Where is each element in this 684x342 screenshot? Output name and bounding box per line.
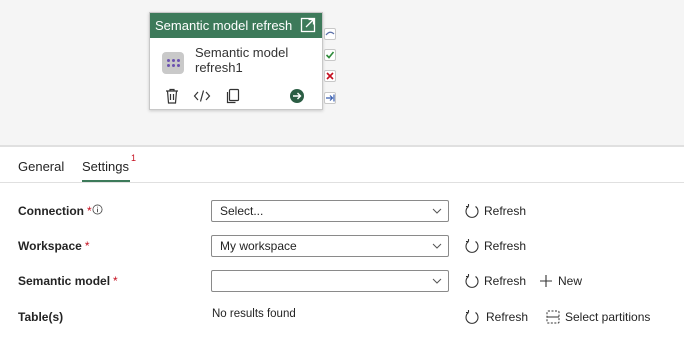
pipeline-canvas[interactable] [0, 0, 684, 145]
new-label: New [558, 274, 583, 288]
refresh-icon [465, 310, 479, 324]
plus-icon [540, 275, 552, 287]
settings-error-badge: 1 [131, 153, 137, 163]
go-arrow-icon[interactable] [288, 87, 306, 105]
refresh-label: Refresh [484, 239, 527, 253]
tab-general[interactable]: General [18, 159, 64, 174]
refresh-icon [465, 274, 479, 288]
activity-name-line2: refresh1 [195, 60, 243, 75]
activity-name: Semantic model refresh1 [195, 45, 315, 75]
workspace-label-text: Workspace [18, 239, 82, 253]
copy-icon[interactable] [224, 87, 242, 105]
code-icon[interactable] [193, 87, 211, 105]
chevron-down-icon [432, 243, 442, 249]
semantic-model-label: Semantic model * [18, 274, 118, 288]
required-marker: * [87, 204, 92, 218]
activity-header-title: Semantic model refresh [155, 18, 293, 33]
tables-empty-text: No results found [212, 308, 296, 320]
activity-name-line1: Semantic model [195, 45, 289, 60]
connection-dropdown[interactable]: Select... [211, 200, 449, 222]
workspace-dropdown-value: My workspace [220, 239, 297, 253]
on-fail-port-icon[interactable] [324, 70, 336, 82]
connection-label-text: Connection [18, 204, 84, 218]
open-external-icon[interactable] [300, 17, 316, 33]
chevron-down-icon [432, 278, 442, 284]
activity-actions [150, 85, 322, 107]
on-completion-port-icon[interactable] [324, 92, 336, 104]
activity-body: Semantic model refresh1 [150, 38, 322, 84]
connection-dropdown-value: Select... [220, 204, 264, 218]
semantic-model-icon [162, 52, 184, 74]
refresh-label: Refresh [486, 310, 529, 324]
tab-settings-underline [82, 180, 130, 182]
refresh-label: Refresh [484, 204, 527, 218]
chevron-down-icon [432, 208, 442, 214]
workspace-label: Workspace * [18, 239, 89, 253]
partitions-icon [546, 310, 560, 324]
refresh-label: Refresh [484, 274, 527, 288]
workspace-dropdown[interactable]: My workspace [211, 235, 449, 257]
properties-tabs: General Settings [0, 147, 684, 183]
required-marker: * [113, 274, 118, 288]
semantic-model-label-text: Semantic model [18, 274, 111, 288]
required-marker: * [84, 239, 90, 253]
refresh-icon [465, 239, 479, 253]
activity-card[interactable]: Semantic model refresh Semantic model re… [149, 12, 323, 110]
select-partitions-label: Select partitions [565, 310, 651, 324]
tab-settings[interactable]: Settings [82, 159, 129, 174]
refresh-icon [465, 204, 479, 218]
on-success-port-icon[interactable] [324, 49, 336, 61]
connection-label: Connection * [18, 204, 92, 218]
delete-icon[interactable] [163, 87, 181, 105]
on-skip-port-icon[interactable] [324, 28, 336, 40]
tables-label: Table(s) [18, 310, 64, 324]
semantic-model-dropdown[interactable] [211, 270, 449, 292]
info-icon[interactable] [92, 204, 103, 215]
activity-header: Semantic model refresh [150, 13, 322, 38]
